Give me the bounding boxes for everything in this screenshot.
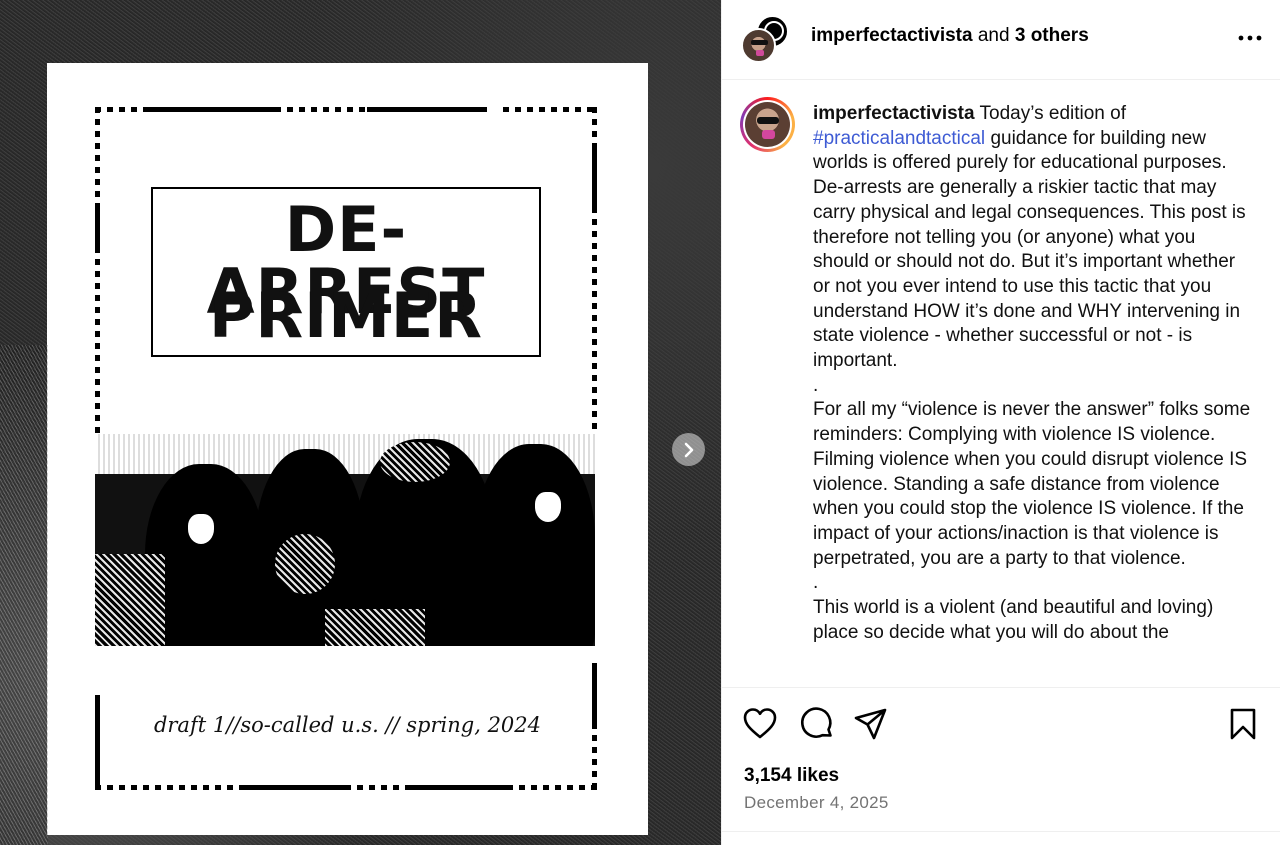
frame-segment: [367, 107, 487, 112]
caption-text: imperfectactivista Today’s edition of #p…: [813, 102, 1253, 645]
next-image-button[interactable]: [672, 433, 705, 466]
share-icon: [854, 708, 887, 740]
caption-avatar[interactable]: [740, 97, 795, 152]
caption-username[interactable]: imperfectactivista: [813, 103, 975, 124]
comment-button[interactable]: [799, 706, 835, 742]
post-header: imperfectactivista and 3 others: [722, 0, 1280, 80]
photo-highlight: [380, 442, 450, 482]
frame-segment: [95, 247, 100, 433]
frame-segment: [145, 107, 275, 112]
photo-highlight: [95, 554, 165, 646]
likes-count[interactable]: 3,154 likes: [744, 765, 839, 787]
photo-figure: [475, 444, 595, 646]
poster-title-line2: PRIMER: [208, 279, 484, 352]
frame-segment: [95, 207, 100, 247]
frame-segment: [592, 207, 597, 433]
collab-avatars[interactable]: [741, 15, 791, 63]
share-button[interactable]: [853, 706, 889, 742]
post-media: DE-ARREST PRIMER draft 1//so-called u.s.…: [0, 0, 721, 845]
frame-segment: [407, 785, 507, 790]
frame-segment: [503, 107, 597, 112]
poster-title-box: DE-ARREST PRIMER: [151, 187, 541, 357]
actions-bar: 3,154 likes December 4, 2025: [722, 687, 1280, 845]
divider: [722, 831, 1280, 832]
frame-segment: [345, 785, 407, 790]
hashtag-link[interactable]: #practicalandtactical: [813, 128, 985, 149]
author-username[interactable]: imperfectactivista: [811, 25, 973, 46]
others-link[interactable]: 3 others: [1015, 25, 1089, 46]
poster-footer: draft 1//so-called u.s. // spring, 2024: [153, 713, 542, 737]
caption-paragraph1: guidance for building new worlds is offe…: [813, 127, 1246, 372]
frame-segment: [95, 785, 245, 790]
photo-patch: [535, 492, 561, 522]
avatar: [741, 28, 776, 63]
post-author-line: imperfectactivista and 3 others: [811, 25, 1089, 47]
caption-intro: Today’s edition of: [979, 103, 1126, 124]
more-horizontal-icon: [1238, 35, 1262, 41]
comment-icon: [801, 707, 832, 738]
frame-segment: [95, 107, 145, 112]
bookmark-icon: [1230, 708, 1256, 740]
heart-icon: [743, 708, 777, 739]
frame-segment: [592, 107, 597, 147]
more-options-button[interactable]: [1235, 26, 1265, 50]
caption-separator: .: [813, 374, 819, 396]
frame-segment: [245, 785, 345, 790]
poster-photo: [95, 434, 595, 646]
caption-area: imperfectactivista Today’s edition of #p…: [722, 81, 1280, 687]
caption-paragraph3: This world is a violent (and beautiful a…: [813, 597, 1214, 643]
frame-segment: [507, 785, 597, 790]
like-button[interactable]: [742, 706, 778, 742]
photo-patch: [188, 514, 214, 544]
post-panel: imperfectactivista and 3 others imperfec…: [721, 0, 1280, 845]
chevron-right-icon: [684, 442, 693, 457]
joiner-text: and: [977, 25, 1010, 46]
save-button[interactable]: [1225, 706, 1261, 742]
poster-image: DE-ARREST PRIMER draft 1//so-called u.s.…: [47, 63, 648, 835]
photo-highlight: [325, 609, 425, 646]
photo-highlight: [275, 534, 335, 594]
caption-separator: .: [813, 572, 819, 594]
frame-segment: [95, 695, 100, 790]
frame-segment: [592, 147, 597, 207]
caption-paragraph2: For all my “violence is never the answer…: [813, 399, 1251, 569]
post-date[interactable]: December 4, 2025: [744, 793, 889, 813]
frame-segment: [95, 107, 100, 207]
frame-segment: [275, 107, 367, 112]
